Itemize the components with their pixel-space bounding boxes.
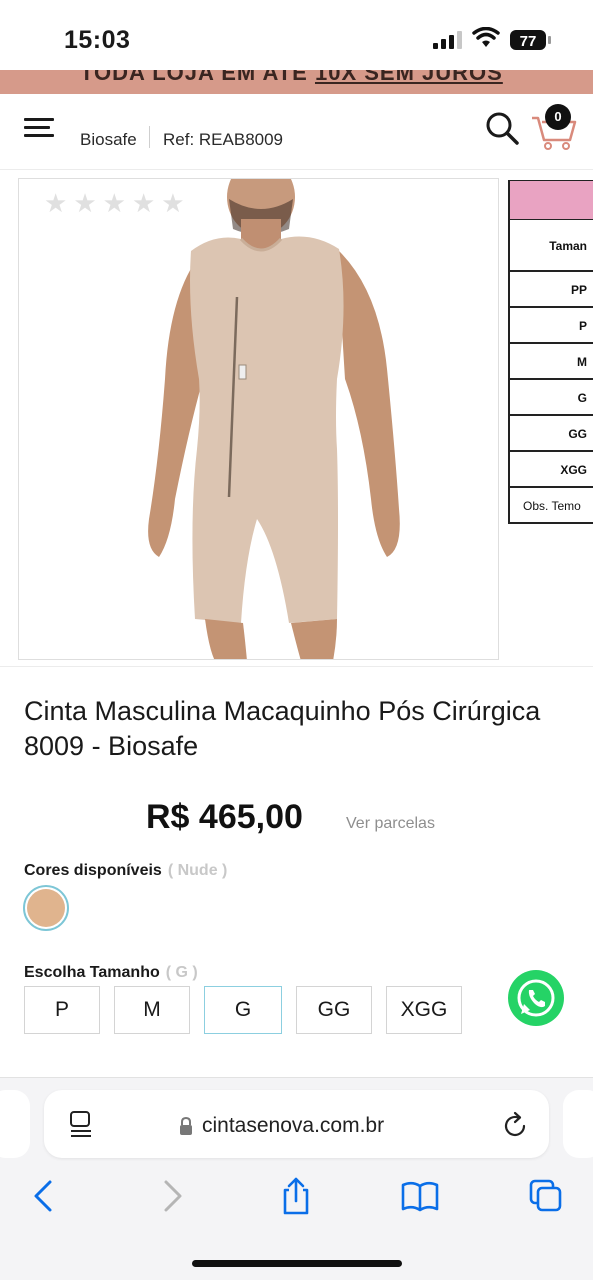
colors-label-text: Cores disponíveis [24,862,162,879]
size-option-m[interactable]: M [114,986,190,1034]
size-label-text: Escolha Tamanho [24,964,160,981]
size-chart-row: P [510,308,593,344]
cellular-signal-icon [433,31,462,49]
size-chart-row: PP [510,272,593,308]
size-chart-preview[interactable]: Taman PP P M G GG XGG Obs. Temo [508,180,593,524]
url-text: cintasenova.com.br [202,1114,385,1137]
previous-tab-preview[interactable] [0,1090,30,1158]
wifi-icon [472,27,500,47]
colors-label: Cores disponíveis ( Nude ) [24,862,227,880]
size-chart-row: G [510,380,593,416]
promo-banner[interactable]: TODA LOJA EM ATÉ 10X SEM JUROS [0,70,593,94]
installments-link[interactable]: Ver parcelas [346,815,435,833]
address-bar[interactable]: cintasenova.com.br [44,1090,549,1158]
home-indicator[interactable] [192,1260,402,1267]
browser-toolbar [0,1168,593,1224]
menu-button[interactable] [24,118,54,140]
size-option-g[interactable]: G [204,986,282,1034]
swatch-fill [27,889,65,927]
next-tab-preview[interactable] [563,1090,593,1158]
product-gallery: ★ ★ ★ ★ ★ Taman PP P M G GG XGG Obs. Tem… [0,170,593,667]
battery-level: 77 [520,33,537,50]
size-option-p[interactable]: P [24,986,100,1034]
site-header: Biosafe Ref: REAB8009 0 [0,94,593,170]
promo-link[interactable]: 10X SEM JUROS [315,70,503,85]
star-icon: ★ [102,188,126,218]
star-icon: ★ [131,188,156,218]
star-icon: ★ [161,188,185,218]
battery-icon: 77 [510,30,551,50]
selected-color: ( Nude ) [167,862,228,879]
size-chart-row: XGG [510,452,593,488]
promo-text: TODA LOJA EM ATÉ 10X SEM JUROS [80,70,503,86]
back-icon[interactable] [24,1176,64,1216]
forward-icon[interactable] [152,1176,192,1216]
product-image[interactable] [18,178,499,660]
header-divider [149,126,150,148]
size-chart-column-title: Taman [510,220,593,272]
menu-line [24,126,50,129]
brand-name[interactable]: Biosafe [80,130,137,150]
color-swatch-nude[interactable] [23,885,69,931]
product-title: Cinta Masculina Macaquinho Pós Cirúrgica… [24,696,541,761]
size-options: P M G GG XGG [24,986,476,1034]
page-menu-icon[interactable] [68,1110,94,1140]
star-icon: ★ [73,188,97,218]
size-option-xgg[interactable]: XGG [386,986,462,1034]
rating-stars[interactable]: ★ ★ ★ ★ ★ [44,190,185,216]
size-label: Escolha Tamanho ( G ) [24,964,198,982]
cart-count-badge: 0 [545,104,571,130]
status-bar: 15:03 77 [0,0,593,70]
search-icon[interactable] [484,110,520,146]
tabs-icon[interactable] [526,1176,566,1216]
whatsapp-icon [517,979,555,1017]
whatsapp-button[interactable] [508,970,564,1026]
menu-line [24,118,54,121]
menu-line [24,134,54,137]
share-icon[interactable] [276,1176,316,1216]
star-icon: ★ [44,188,68,218]
size-chart-row: GG [510,416,593,452]
size-chart-row: M [510,344,593,380]
size-chart-obs: Obs. Temo [510,488,593,524]
product-ref: Ref: REAB8009 [163,130,284,149]
product-photo [19,179,498,659]
product-price: R$ 465,00 [146,798,303,836]
reload-icon[interactable] [502,1110,530,1140]
browser-chrome: cintasenova.com.br [0,1077,593,1280]
selected-size: ( G ) [165,964,198,981]
size-option-gg[interactable]: GG [296,986,372,1034]
bookmarks-icon[interactable] [400,1176,440,1216]
size-chart-header [510,180,593,220]
lock-icon [180,1116,192,1135]
status-time: 15:03 [64,26,131,54]
